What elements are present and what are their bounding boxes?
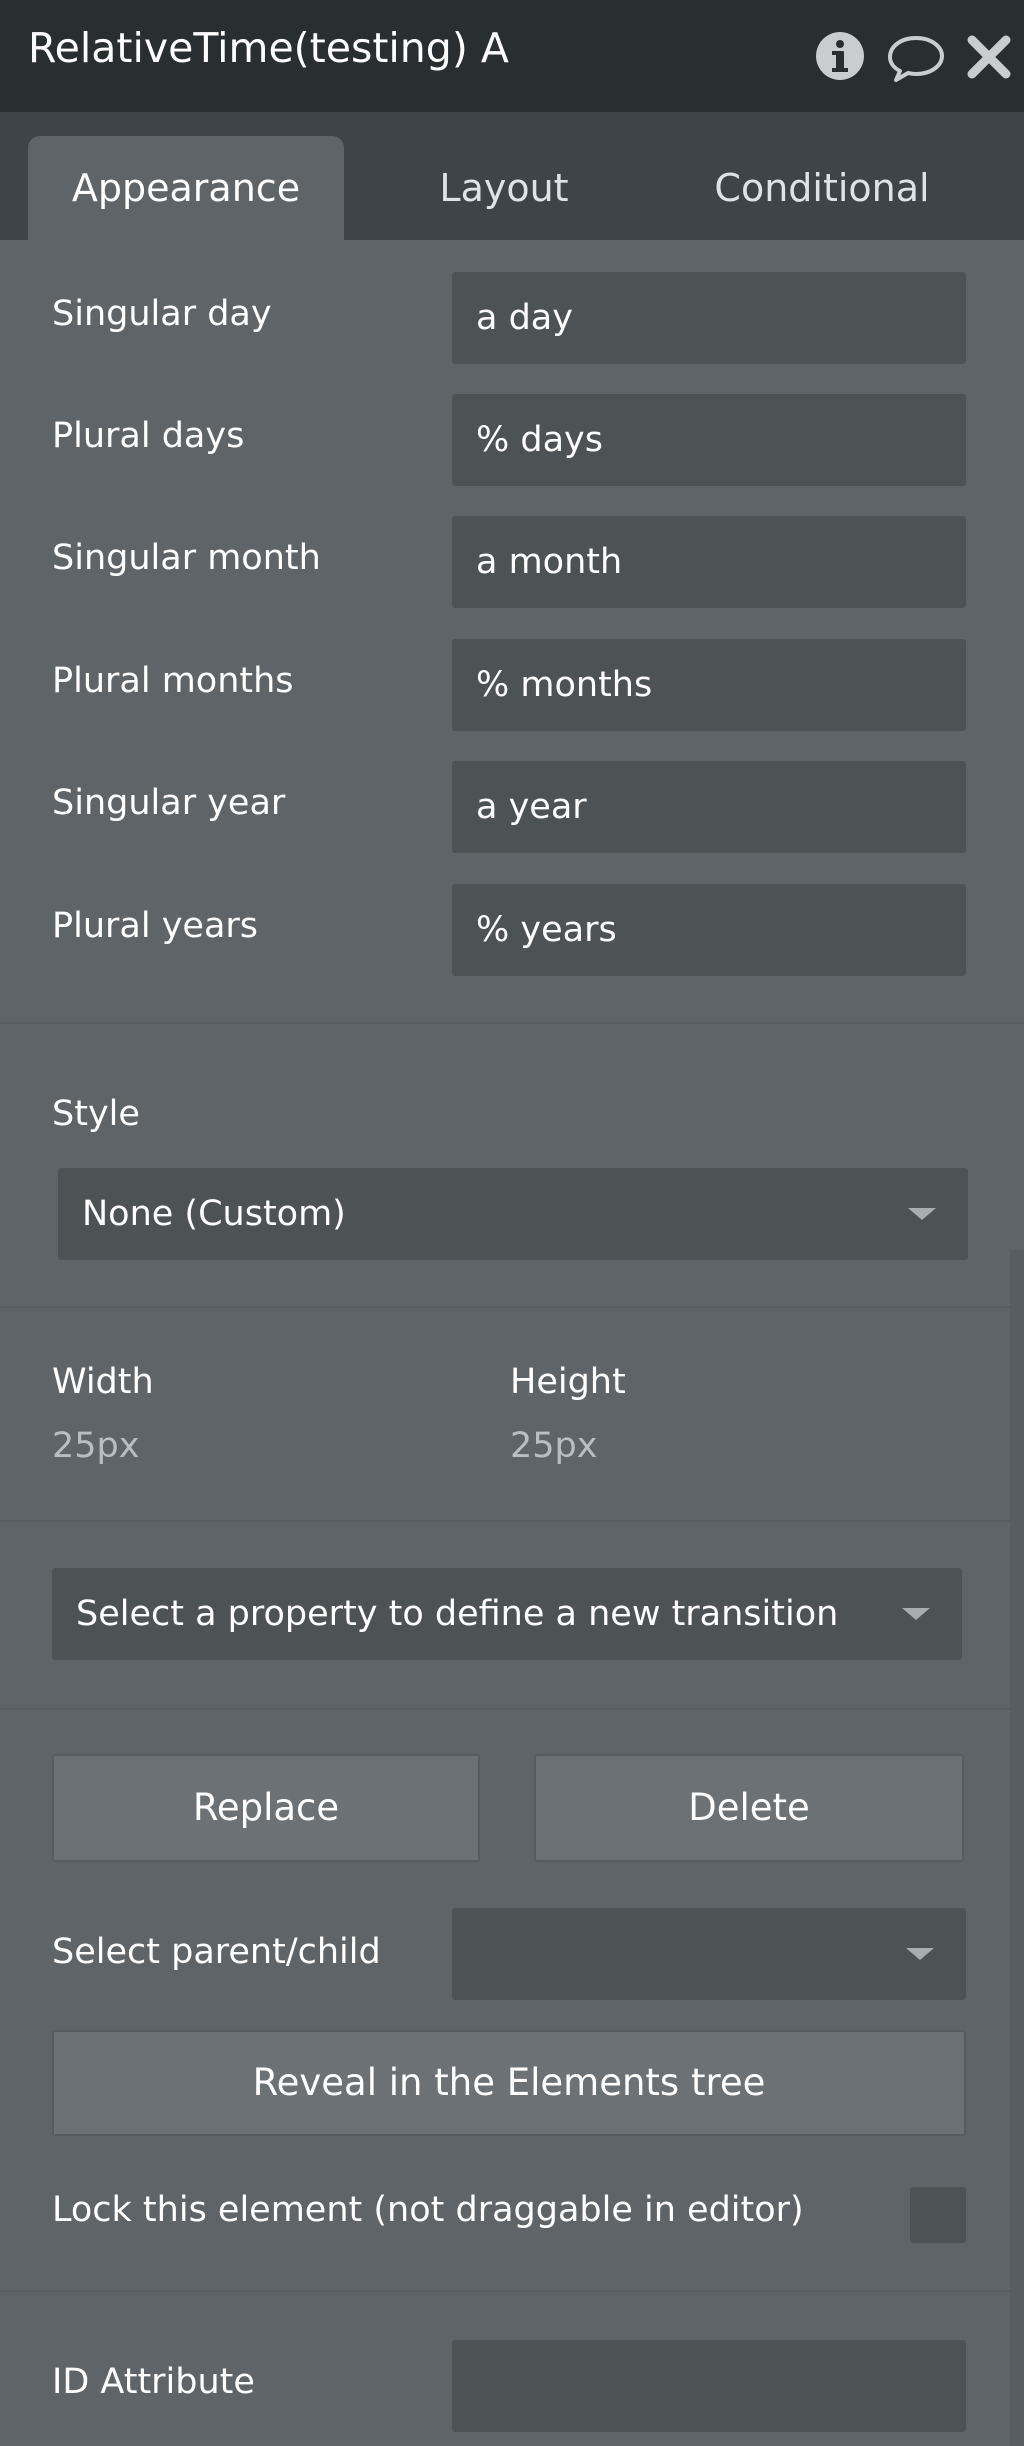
panel-title: RelativeTime(testing) A [28,24,509,72]
replace-button[interactable]: Replace [52,1754,480,1862]
parent-child-dropdown[interactable] [452,1908,966,2000]
lock-element-label: Lock this element (not draggable in edit… [52,2190,804,2230]
scrollbar[interactable] [1010,1250,1024,2446]
style-dropdown[interactable]: None (Custom) [58,1168,968,1260]
height-value: 25px [510,1426,598,1466]
lock-element-checkbox[interactable] [910,2187,966,2243]
singular-year-label: Singular year [52,783,286,823]
divider [0,1022,1024,1024]
plural-years-label: Plural years [52,906,259,946]
plural-months-input[interactable]: % months [452,639,966,731]
singular-year-input[interactable]: a year [452,761,966,853]
divider [0,1520,1024,1522]
title-bar: RelativeTime(testing) A [0,0,1024,112]
plural-years-input[interactable]: % years [452,884,966,976]
singular-day-label: Singular day [52,294,272,334]
transition-dropdown[interactable]: Select a property to define a new transi… [52,1568,962,1660]
singular-day-input[interactable]: a day [452,272,966,364]
singular-month-label: Singular month [52,538,321,578]
plural-months-label: Plural months [52,661,294,701]
singular-month-input[interactable]: a month [452,516,966,608]
tab-layout[interactable]: Layout [395,136,613,240]
divider [0,2290,1024,2292]
divider [0,1306,1024,1308]
style-label: Style [52,1094,140,1134]
style-dropdown-value: None (Custom) [82,1194,346,1234]
comment-icon[interactable] [886,28,946,84]
width-value: 25px [52,1426,140,1466]
tab-appearance[interactable]: Appearance [28,136,344,240]
parent-child-label: Select parent/child [52,1932,381,1972]
height-label: Height [510,1362,626,1402]
delete-button[interactable]: Delete [534,1754,964,1862]
id-attribute-input[interactable] [452,2340,966,2432]
info-icon[interactable] [812,28,868,84]
plural-days-label: Plural days [52,416,245,456]
chevron-down-icon [908,1208,936,1220]
divider [0,1708,1024,1710]
id-attribute-label: ID Attribute [52,2362,255,2402]
tab-conditional[interactable]: Conditional [690,136,954,240]
transition-dropdown-placeholder: Select a property to define a new transi… [76,1594,839,1634]
plural-days-input[interactable]: % days [452,394,966,486]
chevron-down-icon [906,1948,934,1960]
chevron-down-icon [902,1608,930,1620]
width-label: Width [52,1362,154,1402]
close-icon[interactable] [964,28,1014,84]
reveal-in-elements-tree-button[interactable]: Reveal in the Elements tree [52,2030,966,2136]
